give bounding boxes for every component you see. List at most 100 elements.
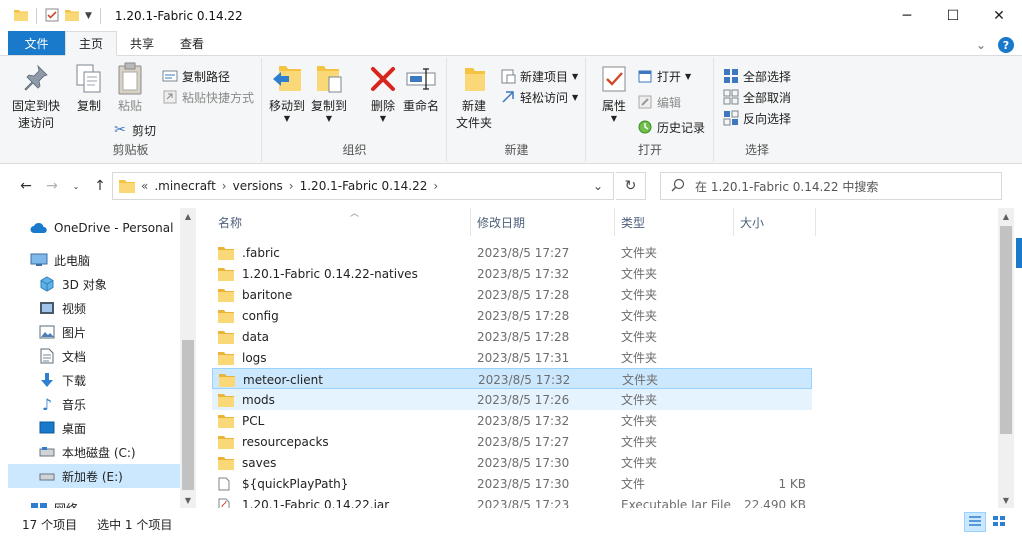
- up-button[interactable]: ↑: [90, 176, 110, 196]
- file-row[interactable]: baritone 2023/8/5 17:28 文件夹: [212, 284, 812, 305]
- properties-icon: [597, 62, 631, 96]
- file-row[interactable]: PCL 2023/8/5 17:32 文件夹: [212, 410, 812, 431]
- sidebar-item-videos[interactable]: 视频: [0, 296, 180, 320]
- delete-button[interactable]: 删除 ▼: [366, 62, 400, 123]
- help-button[interactable]: ?: [998, 37, 1014, 53]
- refresh-button[interactable]: ↻: [616, 172, 646, 200]
- file-row[interactable]: 1.20.1-Fabric 0.14.22.jar 2023/8/5 17:23 E…: [212, 494, 812, 508]
- file-row[interactable]: ${quickPlayPath} 2023/8/5 17:30 文件 1 KB: [212, 473, 812, 494]
- large-icons-view-button[interactable]: [988, 512, 1010, 532]
- sidebar-item-this-pc[interactable]: 此电脑: [0, 248, 180, 272]
- column-header-name[interactable]: ︿ 名称: [212, 208, 471, 236]
- sidebar-item-3d-objects[interactable]: 3D 对象: [0, 272, 180, 296]
- tab-share[interactable]: 共享: [117, 31, 167, 55]
- sidebar-item-pictures[interactable]: 图片: [0, 320, 180, 344]
- file-row[interactable]: .fabric 2023/8/5 17:27 文件夹: [212, 242, 812, 263]
- new-folder-icon[interactable]: [65, 9, 79, 24]
- invert-selection-button[interactable]: 反向选择: [723, 108, 791, 128]
- file-row[interactable]: meteor-client 2023/8/5 17:32 文件夹: [212, 368, 812, 389]
- tab-file[interactable]: 文件: [8, 31, 65, 55]
- breadcrumb-minecraft[interactable]: .minecraft: [154, 179, 215, 193]
- file-list-scroll-down[interactable]: ▼: [998, 492, 1014, 508]
- address-dropdown-icon[interactable]: ⌄: [593, 179, 603, 193]
- copy-button[interactable]: 复制: [72, 62, 106, 115]
- breadcrumb-current[interactable]: 1.20.1-Fabric 0.14.22: [300, 179, 428, 193]
- sidebar-item-drive-e[interactable]: 新加卷 (E:): [8, 464, 180, 488]
- properties-icon[interactable]: [45, 8, 59, 25]
- file-row[interactable]: resourcepacks 2023/8/5 17:27 文件夹: [212, 431, 812, 452]
- tab-view[interactable]: 查看: [167, 31, 217, 55]
- new-item-button[interactable]: 新建项目 ▼: [500, 66, 578, 86]
- cut-button[interactable]: ✂ 剪切: [112, 120, 156, 140]
- file-row[interactable]: data 2023/8/5 17:28 文件夹: [212, 326, 812, 347]
- edit-button[interactable]: 编辑: [637, 92, 681, 112]
- sidebar-item-music[interactable]: ♪ 音乐: [0, 392, 180, 416]
- back-button[interactable]: ←: [16, 176, 36, 196]
- status-bar: 17 个项目 选中 1 个项目: [0, 508, 1022, 540]
- open-group: 属性 ▼ 打开 ▼ 编辑 历史记录 打开: [587, 58, 714, 162]
- paste-button[interactable]: 粘贴: [113, 62, 147, 115]
- forward-button[interactable]: →: [42, 176, 62, 196]
- sidebar-scroll-up[interactable]: ▲: [180, 208, 196, 224]
- arrow-left-icon: ←: [20, 178, 32, 194]
- recent-locations-button[interactable]: ⌄: [66, 176, 86, 196]
- details-view-button[interactable]: [964, 512, 986, 532]
- easy-access-button[interactable]: 轻松访问 ▼: [500, 87, 578, 107]
- folder-icon: [218, 309, 234, 323]
- open-button[interactable]: 打开 ▼: [637, 66, 691, 86]
- paste-shortcut-button[interactable]: 粘贴快捷方式: [162, 87, 254, 107]
- column-header-size[interactable]: 大小: [734, 208, 816, 236]
- new-folder-button[interactable]: 新建 文件夹: [456, 62, 492, 132]
- file-name: logs: [242, 350, 267, 365]
- properties-button[interactable]: 属性 ▼: [597, 62, 631, 123]
- sidebar-scroll-down[interactable]: ▼: [180, 492, 196, 508]
- search-box[interactable]: 在 1.20.1-Fabric 0.14.22 中搜索: [660, 172, 1002, 200]
- history-button[interactable]: 历史记录: [637, 117, 705, 137]
- minimize-button[interactable]: ─: [884, 0, 930, 32]
- file-name-cell: baritone: [218, 284, 292, 305]
- file-name: resourcepacks: [242, 434, 329, 449]
- file-list-scroll-thumb[interactable]: [1000, 226, 1012, 434]
- close-button[interactable]: ✕: [976, 0, 1022, 32]
- expand-ribbon-button[interactable]: ⌄: [976, 38, 986, 52]
- move-to-button[interactable]: 移动到 ▼: [269, 62, 305, 123]
- rename-button[interactable]: 重命名: [403, 62, 439, 115]
- sidebar-scroll-thumb[interactable]: [182, 340, 194, 490]
- file-row[interactable]: logs 2023/8/5 17:31 文件夹: [212, 347, 812, 368]
- breadcrumb-overflow[interactable]: «: [141, 179, 148, 193]
- sidebar-item-onedrive[interactable]: OneDrive - Personal: [0, 216, 180, 240]
- file-row[interactable]: 1.20.1-Fabric 0.14.22-natives 2023/8/5 17…: [212, 263, 812, 284]
- tab-home[interactable]: 主页: [65, 31, 118, 56]
- details-view-icon: [968, 515, 982, 530]
- breadcrumb-separator[interactable]: ›: [289, 179, 294, 193]
- sidebar-item-documents[interactable]: 文档: [0, 344, 180, 368]
- sidebar-item-network[interactable]: 网络: [0, 496, 180, 508]
- file-row[interactable]: mods 2023/8/5 17:26 文件夹: [212, 389, 812, 410]
- maximize-button[interactable]: ☐: [930, 0, 976, 32]
- column-header-type[interactable]: 类型: [615, 208, 734, 236]
- sidebar-item-downloads[interactable]: 下载: [0, 368, 180, 392]
- sidebar-item-drive-c[interactable]: 本地磁盘 (C:): [0, 440, 180, 464]
- file-list-scroll-up[interactable]: ▲: [998, 208, 1014, 224]
- select-all-button[interactable]: 全部选择: [723, 66, 791, 86]
- copy-to-button[interactable]: 复制到 ▼: [311, 62, 347, 123]
- item-count: 17 个项目: [22, 517, 78, 532]
- new-group-label: 新建: [504, 143, 529, 157]
- customize-toolbar-icon[interactable]: ▼: [85, 11, 92, 21]
- pin-quick-access-button[interactable]: 固定到快 速访问: [12, 62, 60, 132]
- scissors-icon: ✂: [114, 122, 126, 138]
- window-controls: ─ ☐ ✕: [884, 0, 1022, 32]
- breadcrumb-versions[interactable]: versions: [233, 179, 283, 193]
- copy-path-button[interactable]: 复制路径: [162, 66, 230, 86]
- breadcrumb-separator[interactable]: ›: [433, 179, 438, 193]
- column-header-date[interactable]: 修改日期: [471, 208, 615, 236]
- file-name: data: [242, 329, 270, 344]
- file-row[interactable]: config 2023/8/5 17:28 文件夹: [212, 305, 812, 326]
- file-row[interactable]: saves 2023/8/5 17:30 文件夹: [212, 452, 812, 473]
- address-bar[interactable]: « .minecraft › versions › 1.20.1-Fabric …: [112, 172, 614, 200]
- select-none-button[interactable]: 全部取消: [723, 87, 791, 107]
- breadcrumb-separator[interactable]: ›: [222, 179, 227, 193]
- copy-icon: [72, 62, 106, 96]
- sidebar-item-desktop[interactable]: 桌面: [0, 416, 180, 440]
- dropdown-arrow-icon: ▼: [283, 114, 291, 123]
